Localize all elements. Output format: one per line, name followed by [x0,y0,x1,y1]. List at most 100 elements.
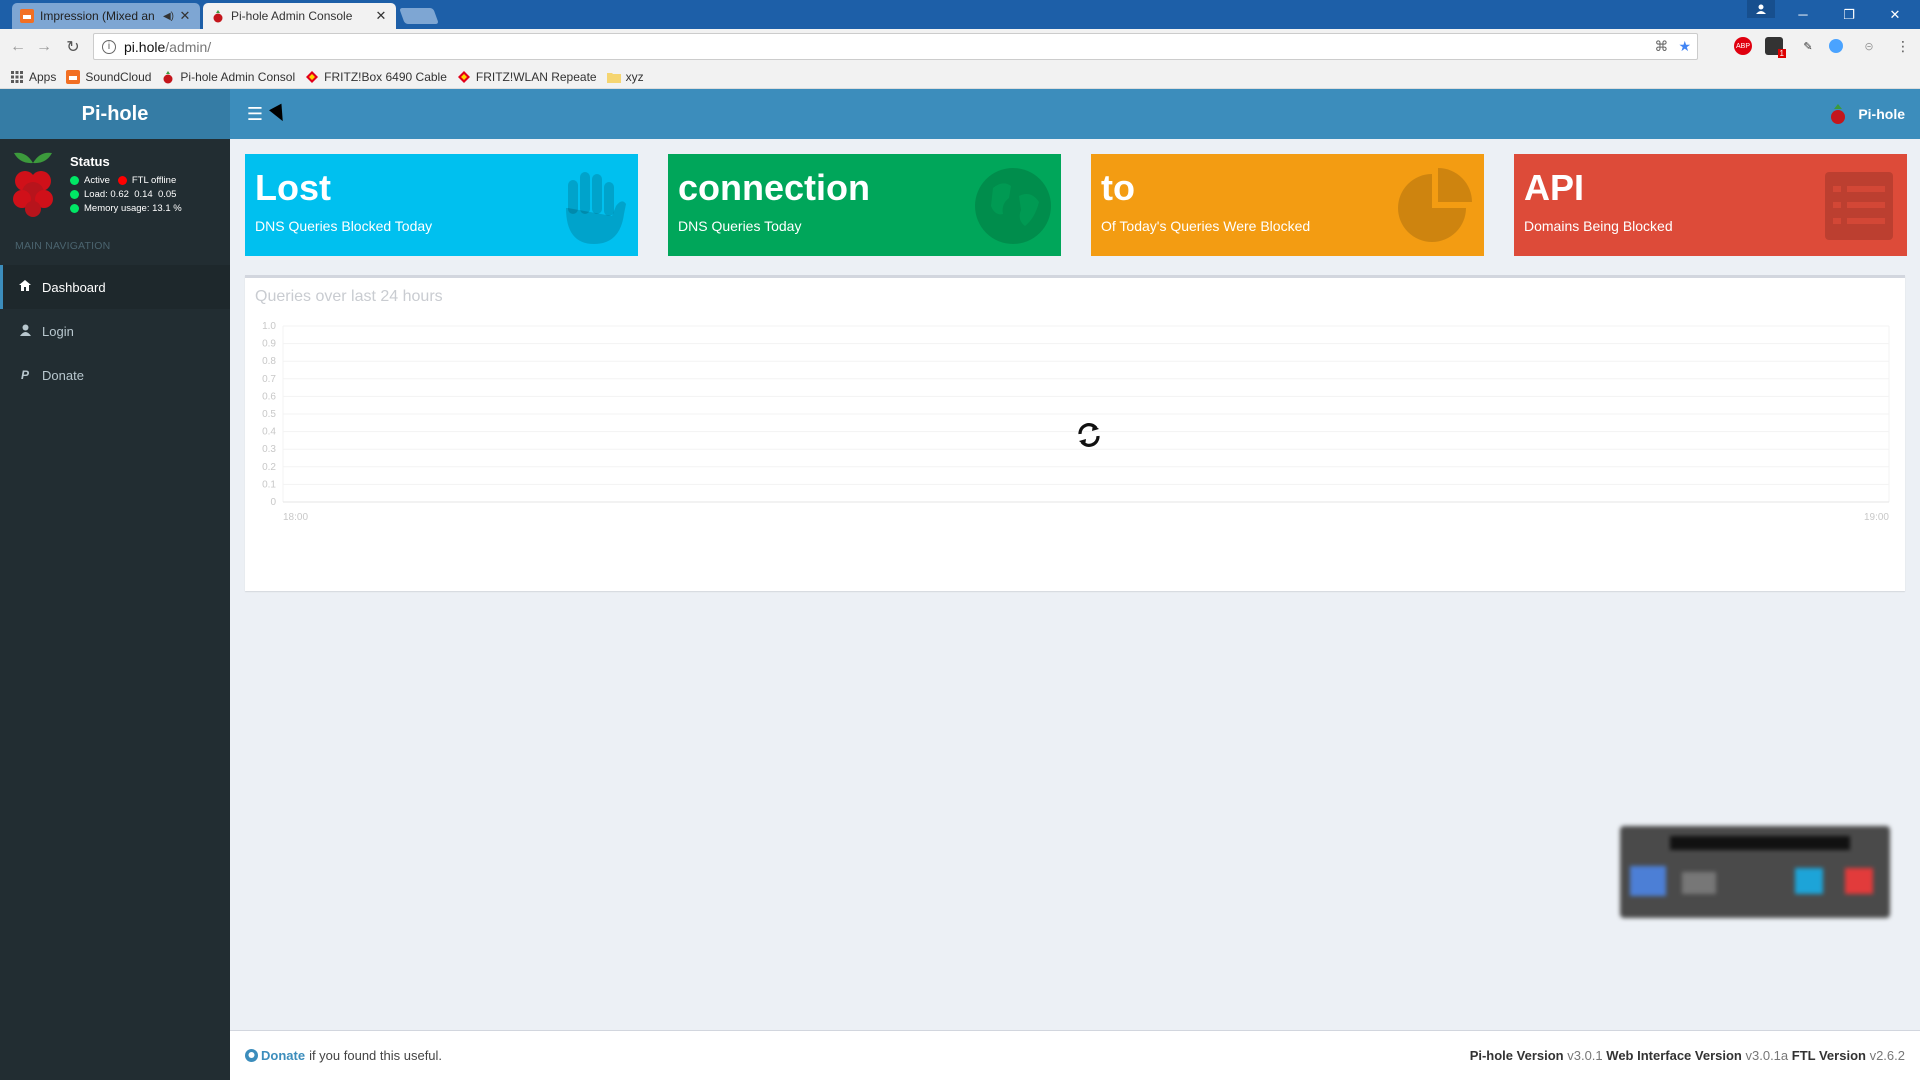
refresh-spinner-icon [1074,420,1104,450]
stat-label: DNS Queries Today [678,218,802,234]
url-path: /admin/ [165,38,212,55]
sidebar-item-label: Dashboard [42,279,106,295]
adblock-plus-icon[interactable]: ABP [1734,37,1752,55]
queries-chart-box: Queries over last 24 hours 1.0 0.9 0.8 0.7 0… [245,275,1905,591]
status-ftl-text: FTL offline [131,175,177,186]
close-window-icon[interactable]: ✕ [1872,0,1918,29]
bookmark-soundcloud[interactable]: SoundCloud [66,69,151,84]
y-tick-label: 0.1 [262,479,276,490]
stat-box-queries: connection DNS Queries Today [668,154,1061,256]
bookmark-fritzwlan[interactable]: FRITZ!WLAN Repeate [457,70,597,84]
reload-icon[interactable]: ↻ [63,37,83,57]
y-tick-label: 0.6 [262,391,276,402]
url-host: pi.hole [124,38,166,55]
mouse-cursor-icon [269,103,289,125]
memory-value: 13.1 % [152,203,182,214]
user-menu[interactable]: Pi-hole [1828,103,1905,125]
pihole-icon [161,70,175,84]
browser-tab-bar: Impression (Mixed an ◀) ✕ Pi-hole Admin … [0,0,1920,29]
folder-icon [606,70,621,84]
y-tick-label: 1.0 [262,321,276,332]
back-icon[interactable]: ← [8,37,28,57]
load-label: Load: [84,189,108,200]
menu-kebab-icon[interactable]: ⋮ [1894,37,1912,55]
close-tab-icon[interactable]: ✕ [374,8,388,24]
bookmark-fritzbox[interactable]: FRITZ!Box 6490 Cable [305,70,447,84]
extension-icon[interactable]: 1 [1765,37,1786,58]
status-active-text: Active [84,175,110,186]
logo-text: Pi-hole [81,102,149,125]
bookmark-label: xyz [625,69,644,84]
bookmark-label: Pi-hole Admin Consol [180,69,296,84]
extension-icon-3[interactable] [1829,39,1843,53]
stat-value: Lost [255,167,331,208]
logo[interactable]: Pi-hole [0,89,230,139]
extension-icon-4[interactable]: ⊝ [1860,37,1878,55]
profile-icon[interactable] [1747,0,1775,18]
pihole-version: v3.0.1 [1567,1048,1603,1063]
bookmark-pihole[interactable]: Pi-hole Admin Consol [161,70,295,84]
translate-icon[interactable]: ⌘ [1654,38,1668,55]
new-tab-button[interactable] [399,8,439,24]
fritz-icon [305,70,319,84]
status-dot-icon [70,176,79,185]
minimize-icon[interactable]: ─ [1780,0,1826,29]
ftl-dot-icon [117,176,127,185]
fritz-icon [457,70,471,84]
forward-icon[interactable]: → [34,37,54,57]
box-title: Queries over last 24 hours [255,288,443,305]
speaker-icon[interactable]: ◀) [163,11,174,22]
stat-box-percent: to Of Today's Queries Were Blocked [1091,154,1484,256]
pihole-avatar-icon [1828,103,1848,125]
browser-tab-pihole[interactable]: Pi-hole Admin Console ✕ [203,3,396,29]
pihole-app: Pi-hole ☰ Pi-hole Status Active FTL offl… [0,89,1920,1080]
hand-icon [550,166,630,246]
stat-value: to [1101,167,1135,208]
donate-link[interactable]: Donate [261,1048,305,1063]
restore-icon[interactable]: ❐ [1826,0,1872,29]
stat-value: API [1524,167,1585,208]
sidebar: Status Active FTL offline Load: 0.62 0.1… [0,139,230,1080]
sidebar-toggle-icon[interactable]: ☰ [244,103,266,125]
user-icon [18,324,32,339]
info-icon[interactable]: i [102,39,116,54]
tab-label: Pi-hole Admin Console [231,9,353,23]
web-version-label: Web Interface Version [1606,1048,1742,1063]
bookmark-apps[interactable]: Apps [10,70,56,84]
extension-badge: 1 [1777,49,1786,58]
load-dot-icon [70,190,79,199]
web-version: v3.0.1a [1745,1048,1789,1063]
load-values: 0.62 0.14 0.05 [110,189,177,200]
x-tick-label: 18:00 [283,512,308,523]
status-panel: Status Active FTL offline Load: 0.62 0.1… [0,139,230,229]
status-title: Status [70,154,110,169]
sidebar-item-dashboard[interactable]: Dashboard [0,265,230,309]
y-tick-label: 0.7 [262,374,276,385]
y-tick-label: 0.5 [262,409,276,420]
browser-tab-impression[interactable]: Impression (Mixed an ◀) ✕ [12,3,200,29]
pie-chart-icon [1396,166,1476,246]
extension-icon-2[interactable]: ✎ [1799,37,1817,55]
sidebar-item-donate[interactable]: P Donate [0,353,230,397]
sidebar-item-login[interactable]: Login [0,309,230,353]
nav-header: MAIN NAVIGATION [15,240,111,252]
close-tab-icon[interactable]: ✕ [178,8,192,24]
apps-grid-icon [10,70,24,84]
footer: Donate if you found this useful. Pi-hole… [230,1030,1920,1080]
memory-dot-icon [70,204,79,213]
bookmark-label: Apps [29,69,57,84]
top-navbar: ☰ Pi-hole [230,89,1920,139]
status-line-load: Load: 0.62 0.14 0.05 [70,189,176,200]
address-bar[interactable]: i pi.hole/admin/ ⌘ ★ [93,33,1698,60]
paypal-icon: P [20,368,29,382]
status-line-memory: Memory usage: 13.1 % [70,203,182,214]
bookmark-star-icon[interactable]: ★ [1678,38,1691,55]
soundcloud-icon [66,69,81,84]
donate-text: if you found this useful. [309,1048,443,1063]
x-tick-label: 19:00 [1864,512,1889,523]
y-tick-label: 0.8 [262,356,276,367]
bookmark-label: FRITZ!WLAN Repeate [475,69,597,84]
user-label: Pi-hole [1858,106,1905,122]
stat-label: DNS Queries Blocked Today [255,218,433,234]
bookmark-folder-xyz[interactable]: xyz [606,69,644,84]
